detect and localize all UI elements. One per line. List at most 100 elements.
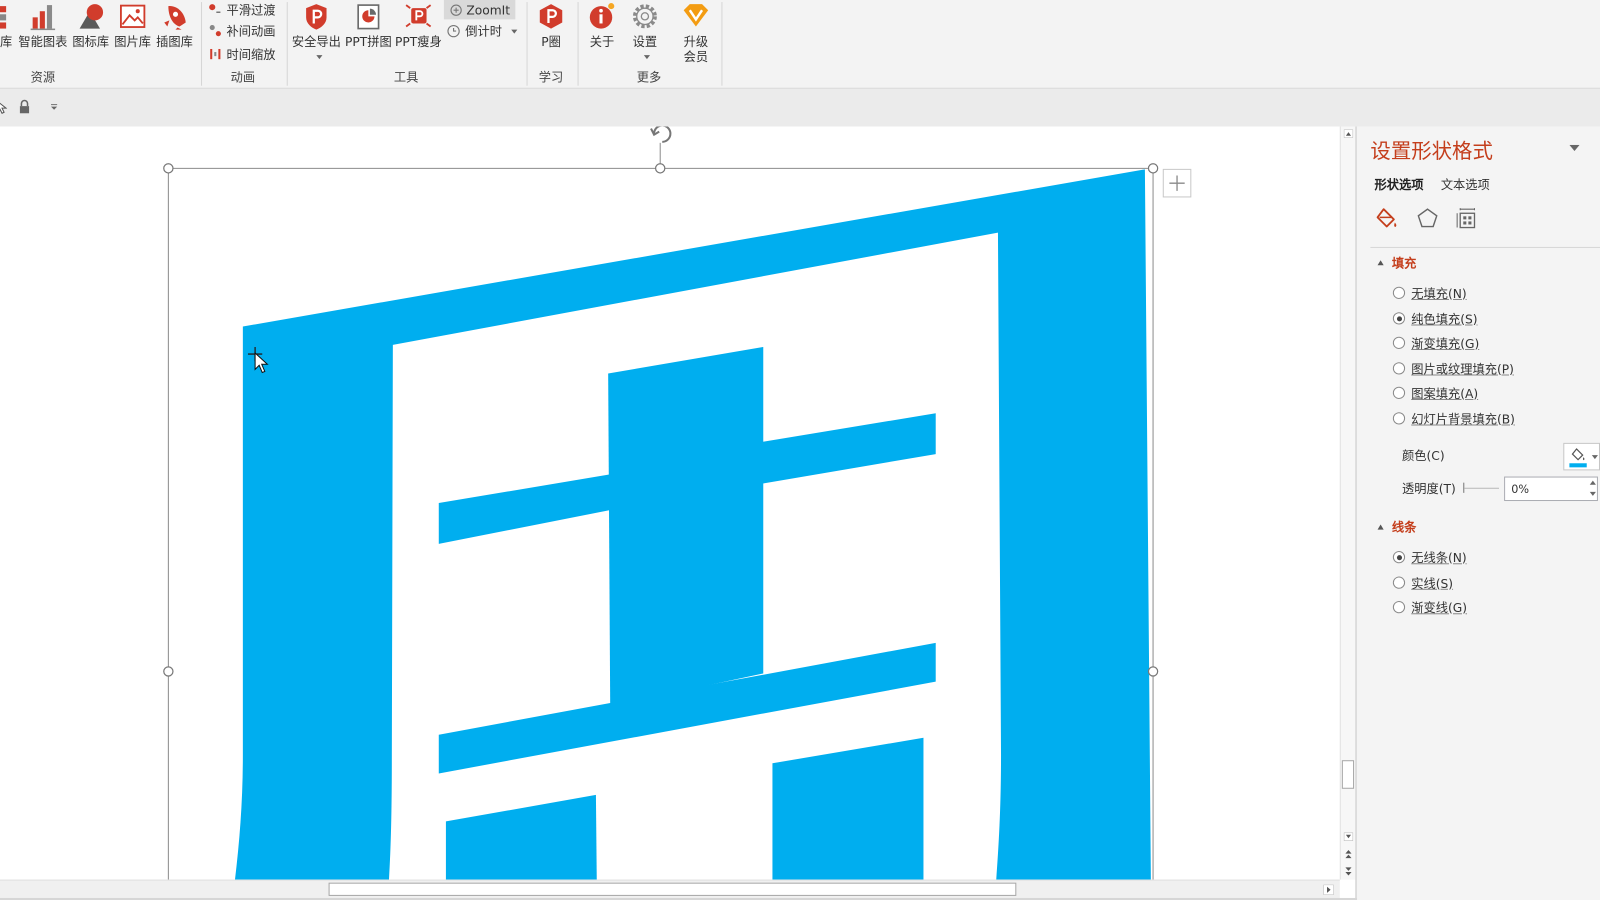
line-section-header[interactable]: 线条 <box>1377 517 1416 535</box>
select-cursor-icon[interactable] <box>0 100 8 114</box>
scroll-up-icon[interactable] <box>1343 129 1354 138</box>
scroll-down-icon[interactable] <box>1343 832 1354 841</box>
scroll-right-icon[interactable] <box>1323 884 1334 895</box>
tween-icon <box>209 24 221 37</box>
resize-handle-top-right[interactable] <box>1147 163 1159 174</box>
settings-dropdown-icon[interactable] <box>643 55 650 60</box>
line-option-label: 实线(S) <box>1411 576 1454 591</box>
next-slide-icon[interactable] <box>1344 866 1353 876</box>
radio-pattern-fill[interactable] <box>1392 386 1406 399</box>
zoom-plus-icon <box>450 4 462 16</box>
upper-right-arm-shape[interactable] <box>762 413 936 484</box>
smart-chart-button[interactable]: 智能图表 <box>18 0 67 67</box>
customize-dropdown-icon[interactable] <box>50 104 58 110</box>
horizontal-scroll-thumb[interactable] <box>328 882 1017 896</box>
time-scale-button[interactable]: 时间缩放 <box>208 45 276 63</box>
safe-export-dropdown-icon[interactable] <box>316 55 323 60</box>
fill-option-solid[interactable]: 纯色填充(S) <box>1392 310 1478 326</box>
countdown-dropdown-icon[interactable] <box>511 29 518 34</box>
p-circle-button[interactable]: P圈 <box>531 0 572 67</box>
radio-solid-fill[interactable] <box>1392 312 1406 325</box>
fill-option-label: 渐变填充(G) <box>1411 336 1480 351</box>
radio-gradient-fill[interactable] <box>1392 336 1406 349</box>
upgrade-member-button[interactable]: 升级 会员 <box>676 0 717 67</box>
rotate-handle-icon[interactable] <box>650 126 672 143</box>
resize-handle-top[interactable] <box>654 163 666 174</box>
countdown-label: 倒计时 <box>465 23 503 39</box>
radio-solid-line[interactable] <box>1392 576 1406 589</box>
line-option-none[interactable]: 无线条(N) <box>1392 549 1467 565</box>
vertical-bar-shape[interactable] <box>608 346 764 707</box>
tab-shape-options[interactable]: 形状选项 <box>1374 177 1423 193</box>
color-label: 颜色(C) <box>1402 448 1445 464</box>
upper-left-arm-shape[interactable] <box>438 474 610 544</box>
picture-library-button[interactable]: 图片库 <box>112 0 153 67</box>
smooth-transition-icon <box>209 4 221 14</box>
panel-menu-dropdown-icon[interactable] <box>1569 144 1580 152</box>
zoomit-label: ZoomIt <box>466 2 511 17</box>
line-option-gradient[interactable]: 渐变线(G) <box>1392 599 1467 615</box>
vertical-scroll-thumb[interactable] <box>1341 760 1355 789</box>
learn-group-label: 学习 <box>538 70 564 85</box>
panel-divider <box>1370 246 1600 248</box>
ppt-collage-button[interactable]: PPT拼图 <box>345 0 392 67</box>
about-button[interactable]: 关于 <box>582 0 623 67</box>
line-option-solid[interactable]: 实线(S) <box>1392 574 1454 591</box>
tools-group-label: 工具 <box>393 70 419 85</box>
ribbon-separator <box>721 2 723 86</box>
tween-animation-button[interactable]: 补间动画 <box>208 21 276 39</box>
slide <box>163 126 1192 880</box>
icon-library-button[interactable]: 图标库 <box>70 0 111 67</box>
fill-option-label: 幻灯片背景填充(B) <box>1411 411 1515 427</box>
gear-icon <box>632 4 657 29</box>
zoomit-button[interactable]: ZoomIt <box>443 0 516 20</box>
fill-section-header[interactable]: 填充 <box>1377 253 1416 271</box>
radio-no-fill[interactable] <box>1392 286 1406 299</box>
smooth-transition-button[interactable]: 平滑过渡 <box>208 0 276 18</box>
picture-icon <box>119 4 146 28</box>
size-properties-icon[interactable] <box>1456 207 1478 229</box>
radio-no-line[interactable] <box>1392 551 1406 564</box>
slide-canvas[interactable] <box>0 126 1340 880</box>
fill-option-pattern[interactable]: 图案填充(A) <box>1392 385 1479 401</box>
fill-option-gradient[interactable]: 渐变填充(G) <box>1392 335 1480 351</box>
fill-color-picker-button[interactable] <box>1563 442 1600 471</box>
fill-option-label: 图案填充(A) <box>1411 386 1479 401</box>
horizontal-scrollbar[interactable] <box>0 879 1340 899</box>
current-color-swatch <box>1569 463 1587 468</box>
ppt-slim-button[interactable]: PPT瘦身 <box>394 0 442 67</box>
transparency-label: 透明度(T) <box>1402 481 1456 496</box>
radio-gradient-line[interactable] <box>1392 601 1406 614</box>
vertical-scrollbar[interactable] <box>1339 126 1357 880</box>
resize-handle-top-left[interactable] <box>163 163 174 174</box>
transparency-slider-track[interactable] <box>1464 487 1499 489</box>
ppt-slim-label: PPT瘦身 <box>394 34 442 49</box>
collapse-triangle-icon <box>1377 523 1384 530</box>
pentagon-effects-icon[interactable] <box>1416 207 1438 229</box>
fill-line-icon[interactable] <box>1374 206 1398 230</box>
layout-options-button[interactable] <box>1162 168 1192 198</box>
slim-icon <box>405 4 432 28</box>
spin-down-icon[interactable] <box>1589 491 1596 496</box>
bottom-left-block-shape[interactable] <box>445 794 597 880</box>
paint-bucket-icon <box>1571 448 1585 461</box>
radio-picture-fill[interactable] <box>1392 362 1406 375</box>
radio-slide-background-fill[interactable] <box>1392 412 1406 425</box>
color-dropdown-icon[interactable] <box>1591 455 1598 460</box>
previous-slide-icon[interactable] <box>1344 849 1353 859</box>
spin-up-icon[interactable] <box>1589 480 1596 485</box>
resize-handle-left[interactable] <box>163 666 174 677</box>
fill-option-slide-background[interactable]: 幻灯片背景填充(B) <box>1392 410 1515 427</box>
fill-option-none[interactable]: 无填充(N) <box>1392 285 1467 301</box>
illustration-library-button[interactable]: 插图库 <box>154 0 195 67</box>
ribbon-separator <box>286 2 288 86</box>
fill-option-picture[interactable]: 图片或纹理填充(P) <box>1392 360 1514 376</box>
lock-icon[interactable] <box>18 99 30 114</box>
countdown-button[interactable]: 倒计时 <box>447 21 502 39</box>
resize-handle-right[interactable] <box>1147 666 1159 677</box>
clock-icon <box>447 24 460 37</box>
bottom-right-block-shape[interactable] <box>772 737 924 880</box>
shapes-icon <box>79 4 104 29</box>
tab-text-options[interactable]: 文本选项 <box>1441 177 1490 193</box>
transparency-input[interactable] <box>1504 476 1598 502</box>
